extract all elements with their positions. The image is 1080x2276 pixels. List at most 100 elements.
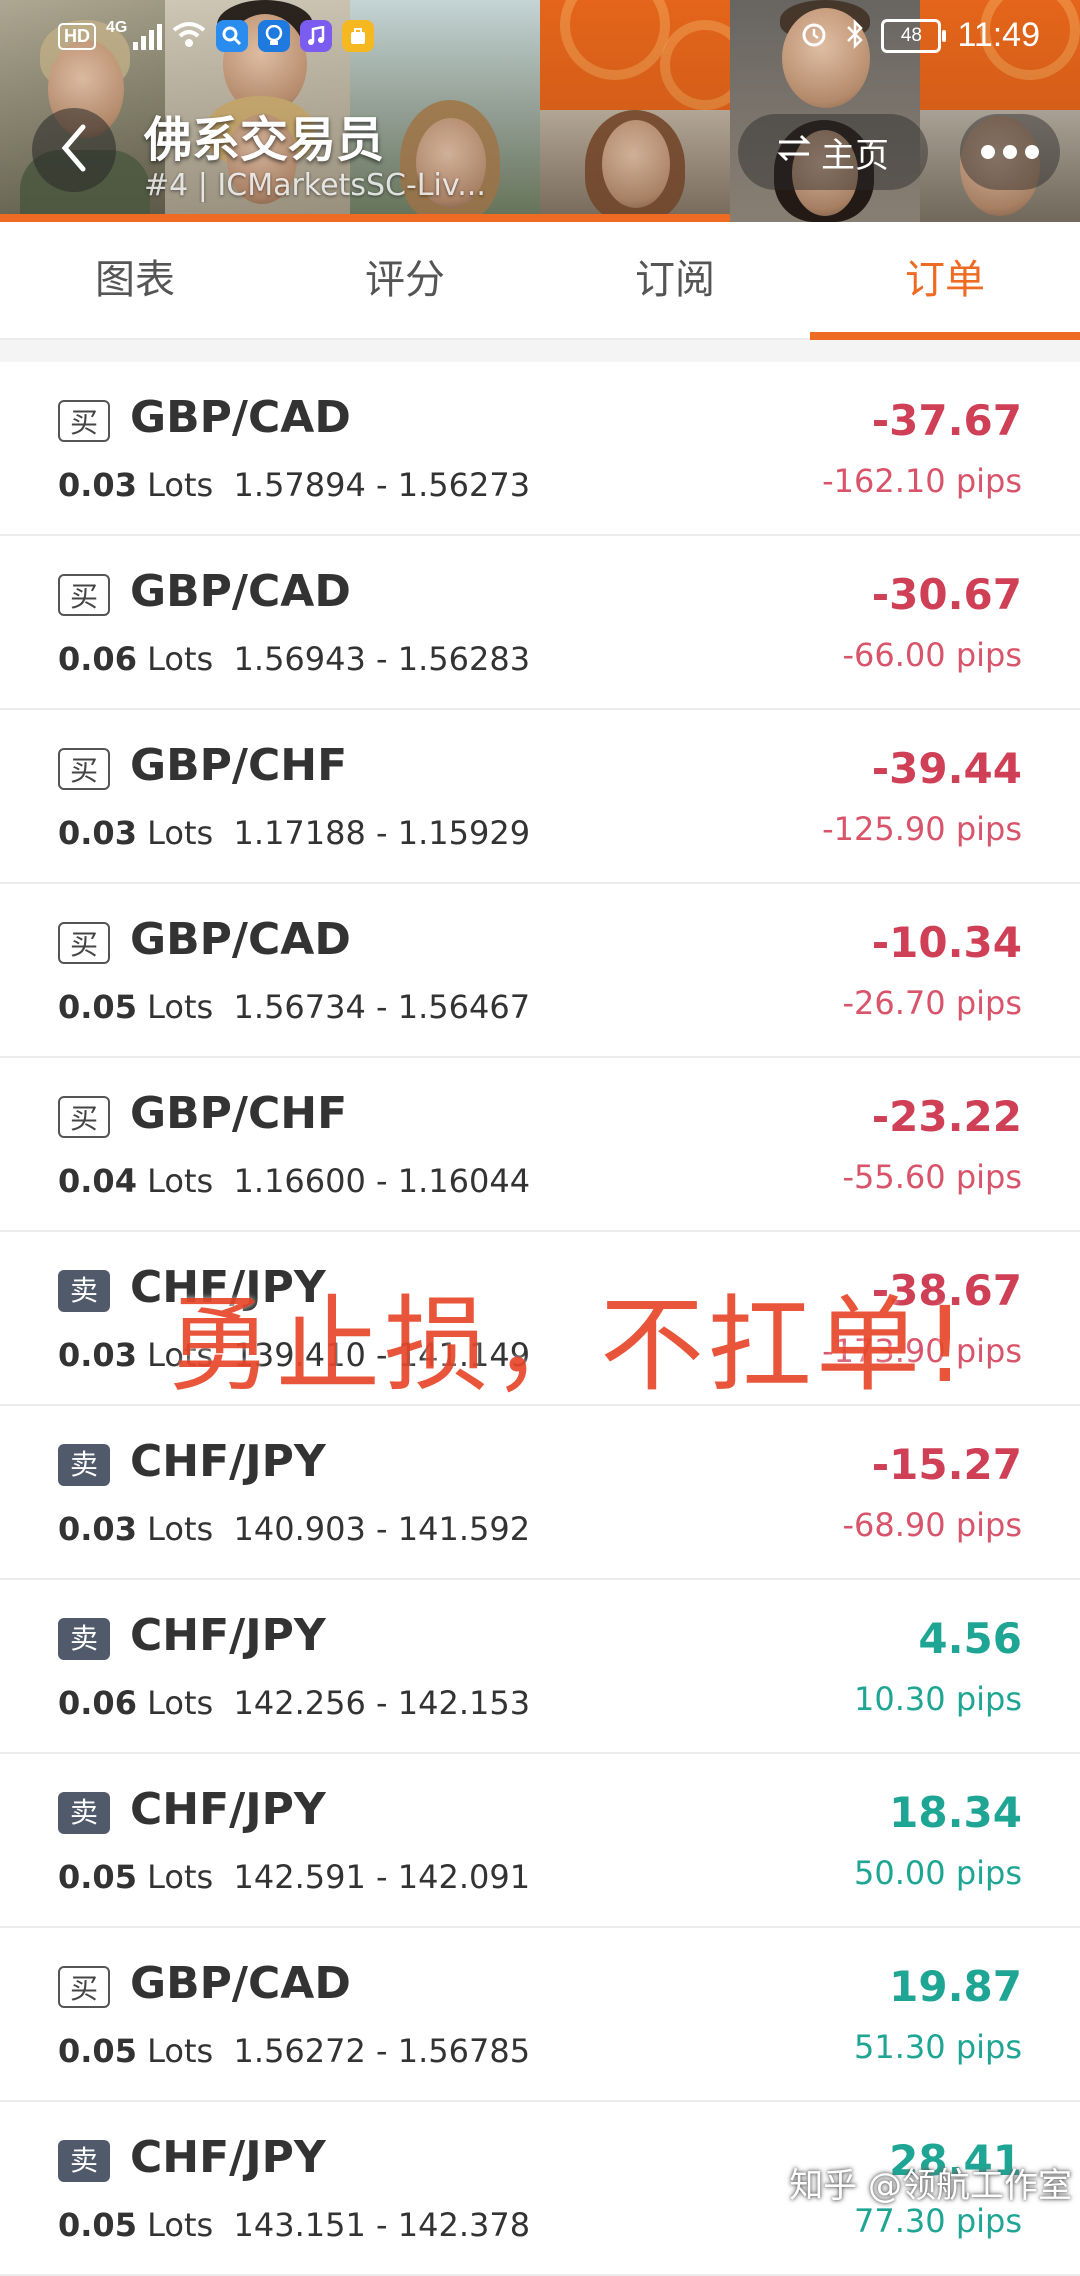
bluetooth-icon — [845, 18, 865, 54]
order-prices: 1.57894 - 1.56273 — [233, 466, 531, 504]
order-lots: 0.03 — [58, 814, 137, 852]
back-button[interactable] — [32, 108, 116, 192]
overlay-caption: 勇止损，不扛单! — [168, 1284, 970, 1406]
order-prices: 1.56272 - 1.56785 — [233, 2032, 531, 2070]
order-profit: -15.27 — [871, 1440, 1022, 1489]
tab-rating[interactable]: 评分 — [270, 222, 540, 338]
order-profit: -37.67 — [871, 396, 1022, 445]
order-detail: 0.04 Lots 1.16600 - 1.16044 — [58, 1162, 530, 1200]
wifi-icon — [172, 20, 206, 52]
order-profit: -23.22 — [871, 1092, 1022, 1141]
page-title: 佛系交易员 — [144, 112, 385, 168]
order-lots: 0.03 — [58, 1510, 137, 1548]
order-symbol: CHF/JPY — [130, 2132, 326, 2183]
order-row[interactable]: 买 GBP/CAD 0.05 Lots 1.56272 - 1.56785 19.87… — [0, 1928, 1080, 2102]
order-prices: 142.591 - 142.091 — [233, 1858, 531, 1896]
search-app-icon — [216, 20, 249, 52]
order-row[interactable]: 买 GBP/CHF 0.04 Lots 1.16600 - 1.16044 -23.2… — [0, 1058, 1080, 1232]
order-detail: 0.06 Lots 1.56943 - 1.56283 — [58, 640, 530, 678]
bulb-app-icon — [258, 20, 291, 52]
status-bar: HD 4G 48 11:49 — [0, 0, 1080, 80]
order-pips: -68.90 pips — [842, 1506, 1022, 1544]
alarm-icon — [799, 19, 829, 53]
order-symbol: GBP/CAD — [130, 392, 351, 443]
order-profit: 19.87 — [889, 1962, 1022, 2011]
order-prices: 1.56734 - 1.56467 — [233, 988, 531, 1026]
order-detail: 0.03 Lots 1.57894 - 1.56273 — [58, 466, 530, 504]
side-badge: 卖 — [58, 1792, 110, 1834]
order-symbol: GBP/CHF — [130, 740, 348, 791]
order-prices: 142.256 - 142.153 — [233, 1684, 531, 1722]
side-badge: 买 — [58, 748, 110, 790]
battery-indicator: 48 — [881, 18, 947, 53]
side-badge: 买 — [58, 574, 110, 616]
swap-icon — [777, 132, 811, 172]
order-detail: 0.05 Lots 1.56734 - 1.56467 — [58, 988, 530, 1026]
order-profit: 18.34 — [889, 1788, 1022, 1837]
order-lots: 0.05 — [58, 2032, 137, 2070]
order-detail: 0.06 Lots 142.256 - 142.153 — [58, 1684, 530, 1722]
home-button[interactable]: 主页 — [738, 114, 928, 190]
order-detail: 0.03 Lots 140.903 - 141.592 — [58, 1510, 530, 1548]
lots-unit: Lots — [147, 2206, 214, 2244]
order-detail: 0.05 Lots 142.591 - 142.091 — [58, 1858, 530, 1896]
tab-orders[interactable]: 订单 — [810, 222, 1080, 340]
lots-unit: Lots — [147, 640, 214, 678]
order-prices: 1.17188 - 1.15929 — [233, 814, 531, 852]
order-symbol: GBP/CHF — [130, 1088, 348, 1139]
tab-chart[interactable]: 图表 — [0, 222, 270, 338]
lots-unit: Lots — [147, 988, 214, 1026]
order-pips: -66.00 pips — [842, 636, 1022, 674]
order-prices: 143.151 - 142.378 — [233, 2206, 531, 2244]
order-prices: 1.16600 - 1.16044 — [233, 1162, 531, 1200]
order-pips: -125.90 pips — [822, 810, 1022, 848]
header-accent-line — [0, 214, 730, 222]
order-profit: -39.44 — [871, 744, 1022, 793]
more-options-button[interactable] — [960, 114, 1060, 190]
home-button-label: 主页 — [821, 135, 889, 176]
order-detail: 0.05 Lots 1.56272 - 1.56785 — [58, 2032, 530, 2070]
order-profit: -10.34 — [871, 918, 1022, 967]
order-symbol: GBP/CAD — [130, 1958, 351, 2009]
order-row[interactable]: 卖 CHF/JPY 0.05 Lots 142.591 - 142.091 18.34… — [0, 1754, 1080, 1928]
order-prices: 1.56943 - 1.56283 — [233, 640, 531, 678]
order-lots: 0.06 — [58, 1684, 137, 1722]
order-symbol: GBP/CAD — [130, 566, 351, 617]
watermark: 知乎 @领航工作室 — [789, 2166, 1072, 2206]
order-row[interactable]: 买 GBP/CAD 0.05 Lots 1.56734 - 1.56467 -10.3… — [0, 884, 1080, 1058]
side-badge: 卖 — [58, 1618, 110, 1660]
more-dot-icon — [981, 145, 995, 159]
bag-app-icon — [342, 20, 375, 52]
order-row[interactable]: 卖 CHF/JPY 0.06 Lots 142.256 - 142.153 4.56 1… — [0, 1580, 1080, 1754]
order-lots: 0.03 — [58, 466, 137, 504]
order-lots: 0.05 — [58, 2206, 137, 2244]
lots-unit: Lots — [147, 2032, 214, 2070]
tab-bar: 图表 评分 订阅 订单 — [0, 222, 1080, 340]
tab-subscribe[interactable]: 订阅 — [540, 222, 810, 338]
lots-unit: Lots — [147, 466, 214, 504]
side-badge: 卖 — [58, 1444, 110, 1486]
order-row[interactable]: 买 GBP/CAD 0.06 Lots 1.56943 - 1.56283 -30.6… — [0, 536, 1080, 710]
list-separator — [0, 340, 1080, 362]
order-pips: 50.00 pips — [854, 1854, 1022, 1892]
network-type: 4G — [106, 19, 128, 36]
order-pips: 51.30 pips — [854, 2028, 1022, 2066]
order-profit: -30.67 — [871, 570, 1022, 619]
order-pips: -26.70 pips — [842, 984, 1022, 1022]
order-row[interactable]: 卖 CHF/JPY 0.03 Lots 140.903 - 141.592 -15.2… — [0, 1406, 1080, 1580]
lots-unit: Lots — [147, 1858, 214, 1896]
order-lots: 0.05 — [58, 1858, 137, 1896]
order-lots: 0.03 — [58, 1336, 137, 1374]
order-lots: 0.04 — [58, 1162, 137, 1200]
chevron-left-icon — [59, 123, 89, 177]
more-dot-icon — [1025, 145, 1039, 159]
side-badge: 卖 — [58, 2140, 110, 2182]
order-row[interactable]: 买 GBP/CAD 0.03 Lots 1.57894 - 1.56273 -37.6… — [0, 362, 1080, 536]
order-lots: 0.05 — [58, 988, 137, 1026]
order-prices: 140.903 - 141.592 — [233, 1510, 531, 1548]
side-badge: 买 — [58, 400, 110, 442]
order-detail: 0.03 Lots 1.17188 - 1.15929 — [58, 814, 530, 852]
lots-unit: Lots — [147, 1162, 214, 1200]
order-row[interactable]: 买 GBP/CHF 0.03 Lots 1.17188 - 1.15929 -39.4… — [0, 710, 1080, 884]
order-pips: -55.60 pips — [842, 1158, 1022, 1196]
